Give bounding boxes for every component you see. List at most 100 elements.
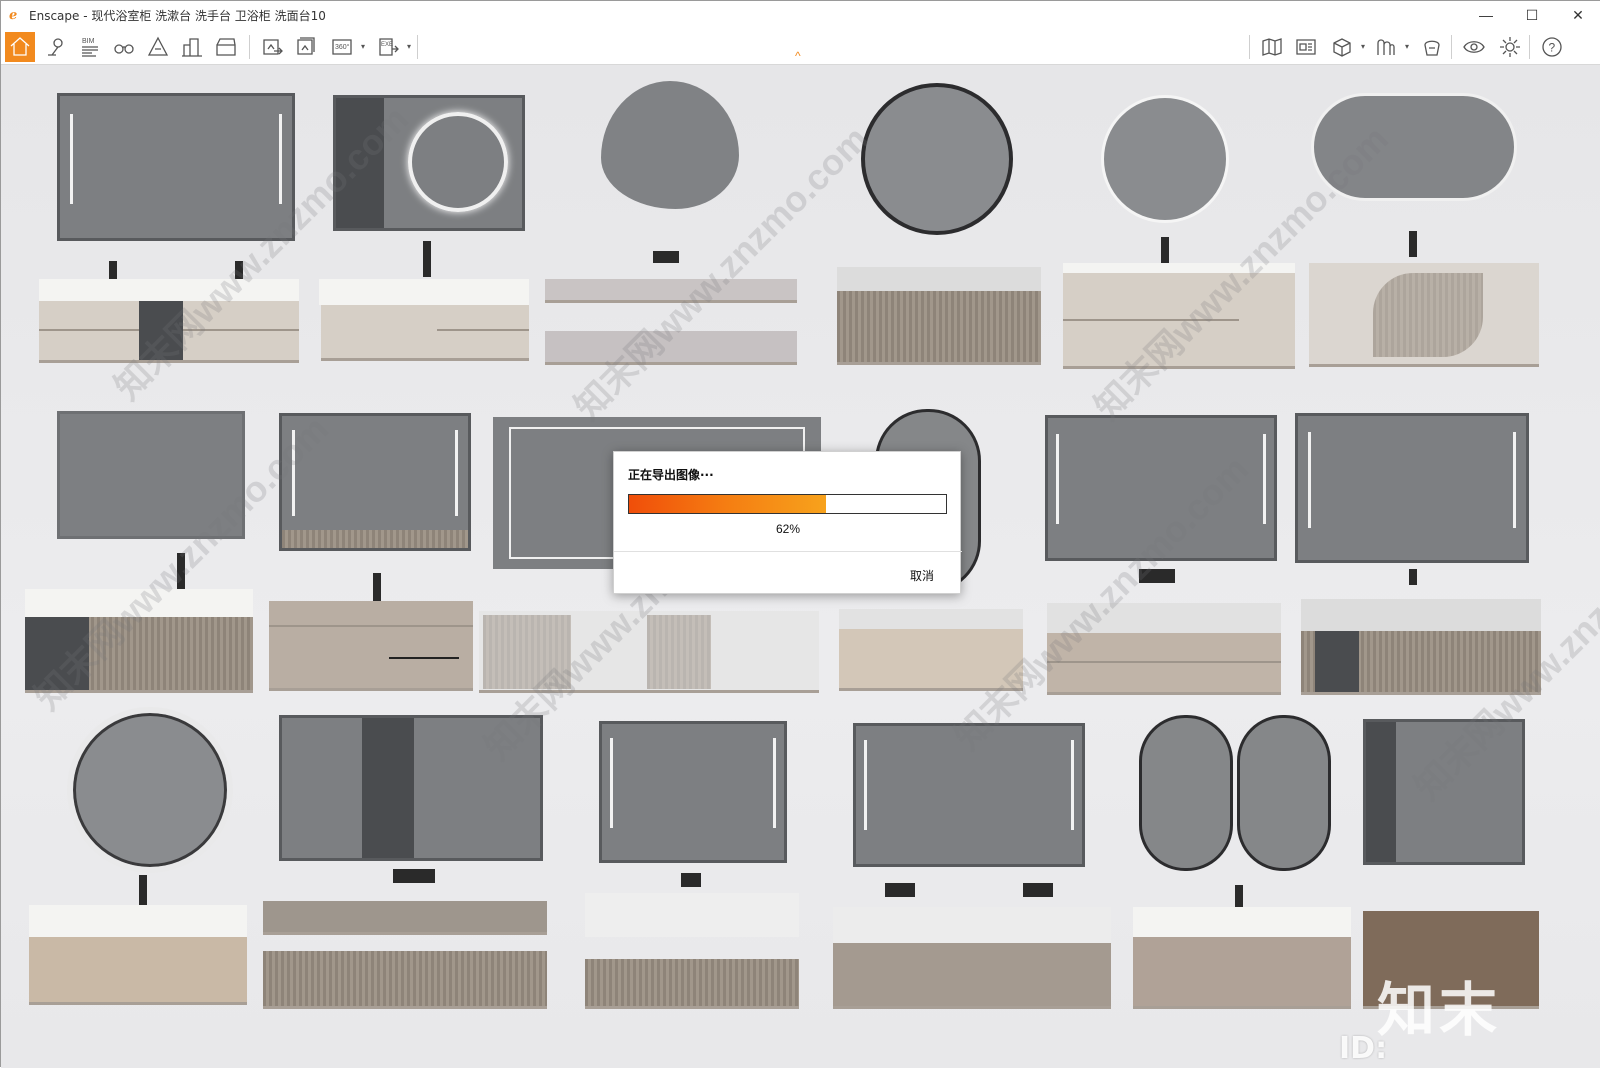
view-management-button[interactable]	[1291, 32, 1321, 62]
chevron-down-icon[interactable]: ▾	[1405, 42, 1409, 51]
svg-text:EXE: EXE	[381, 42, 393, 48]
export-screenshot-button[interactable]	[257, 32, 287, 62]
export-exe-button[interactable]: EXE	[373, 32, 403, 62]
visual-settings-button[interactable]	[1459, 32, 1489, 62]
svg-text:360°: 360°	[335, 43, 350, 51]
export-exe-icon: EXE	[379, 38, 399, 56]
toolbar-divider	[1451, 35, 1452, 59]
export-screenshot-icon	[263, 39, 283, 55]
faucet	[1409, 231, 1417, 257]
vanity-cabinet	[269, 601, 473, 691]
settings-button[interactable]	[1495, 32, 1525, 62]
home-button[interactable]	[5, 32, 35, 62]
round-mirror	[1101, 95, 1229, 223]
settings-gear-icon	[1500, 37, 1520, 57]
asset-library-button[interactable]	[143, 32, 173, 62]
materials-button[interactable]	[1371, 32, 1401, 62]
buildings-button[interactable]	[177, 32, 207, 62]
ring-light	[408, 112, 508, 212]
export-progress-dialog: 正在导出图像··· 62% 取消	[613, 451, 962, 594]
window-title: Enscape - 现代浴室柜 洗漱台 洗手台 卫浴柜 洗面台10	[29, 8, 326, 23]
bim-button[interactable]: BIM	[75, 32, 105, 62]
batch-export-icon	[297, 37, 315, 55]
faucet	[1023, 883, 1053, 897]
vanity-cabinet	[263, 951, 547, 1009]
vanity-top	[1133, 907, 1351, 937]
cancel-button[interactable]: 取消	[910, 567, 934, 584]
atmosphere-icon	[1424, 40, 1440, 56]
light-strip	[70, 114, 73, 204]
vanity-top	[837, 267, 1041, 291]
vanity-top	[263, 901, 547, 935]
clapperboard-icon	[216, 38, 236, 56]
maximize-button[interactable]: ☐	[1509, 1, 1555, 29]
section-box-button[interactable]	[1327, 32, 1357, 62]
batch-export-button[interactable]	[291, 32, 321, 62]
asset-library-icon	[147, 36, 169, 56]
vanity-cabinet	[1309, 263, 1539, 367]
location-pin-icon	[48, 38, 63, 56]
round-mirror	[861, 83, 1013, 235]
faucet	[1235, 885, 1243, 907]
vanity-cabinet	[321, 305, 529, 361]
faucet	[1409, 569, 1417, 585]
vanity-cabinet	[29, 937, 247, 1005]
capsule-mirror	[1139, 715, 1233, 871]
map-icon	[1262, 38, 1282, 56]
svg-text:BIM: BIM	[82, 38, 95, 45]
faucet	[653, 251, 679, 263]
bim-icon: BIM	[82, 38, 98, 57]
chevron-down-icon[interactable]: ▾	[1361, 42, 1365, 51]
location-button[interactable]	[41, 32, 71, 62]
faucet	[1161, 237, 1169, 263]
title-bar: ℯ Enscape - 现代浴室柜 洗漱台 洗手台 卫浴柜 洗面台10 — ☐ …	[1, 1, 1600, 29]
toolbar-divider	[249, 35, 250, 59]
capsule-mirror	[1237, 715, 1331, 871]
help-icon: ?	[1542, 37, 1562, 57]
faucet	[681, 873, 701, 887]
toolbar-divider	[1529, 35, 1530, 59]
mirror-cabinet	[599, 721, 787, 863]
svg-text:?: ?	[1549, 41, 1556, 55]
chevron-down-icon[interactable]: ▾	[361, 42, 365, 51]
vanity-cabinet	[833, 943, 1111, 1009]
chevron-down-icon[interactable]: ▾	[407, 42, 411, 51]
round-mirror	[67, 707, 233, 873]
faucet	[423, 241, 431, 277]
video-editor-button[interactable]	[211, 32, 241, 62]
vanity-top	[833, 907, 1111, 943]
atmosphere-button[interactable]	[1417, 32, 1447, 62]
dialog-divider	[614, 551, 962, 552]
vanity-top	[839, 609, 1023, 629]
dialog-title: 正在导出图像···	[628, 468, 714, 482]
faucet	[139, 875, 147, 907]
vanity-cabinet	[585, 959, 799, 1009]
toolbar-divider	[417, 35, 418, 59]
progress-bar-fill	[629, 495, 826, 513]
map-button[interactable]	[1257, 32, 1287, 62]
vanity-top	[319, 279, 529, 305]
collapse-toolbar-caret[interactable]: ^	[795, 49, 801, 63]
enscape-logo-icon: ℯ	[9, 7, 18, 22]
help-button[interactable]: ?	[1537, 32, 1567, 62]
vanity-top	[29, 905, 247, 937]
buildings-icon	[182, 38, 202, 57]
vanity-top	[1301, 599, 1541, 631]
mirror-cabinet	[1295, 413, 1529, 563]
materials-icon	[1377, 39, 1395, 55]
visual-settings-eye-icon	[1463, 41, 1485, 53]
panorama-360-icon: 360°	[332, 39, 352, 55]
binoculars-button[interactable]	[109, 32, 139, 62]
toolbar-divider	[1249, 35, 1250, 59]
progress-percentage: 62%	[775, 522, 801, 536]
view-management-icon	[1296, 39, 1316, 55]
section-box-icon	[1333, 38, 1351, 57]
vanity-cabinet	[1133, 937, 1351, 1009]
vanity-top	[585, 893, 799, 937]
faucet	[373, 573, 381, 601]
minimize-button[interactable]: —	[1463, 1, 1509, 29]
id-stamp: ID: 1147379841	[1339, 1031, 1548, 1068]
close-button[interactable]: ✕	[1555, 1, 1600, 29]
faucet	[393, 869, 435, 883]
panorama-button[interactable]: 360°	[327, 32, 357, 62]
